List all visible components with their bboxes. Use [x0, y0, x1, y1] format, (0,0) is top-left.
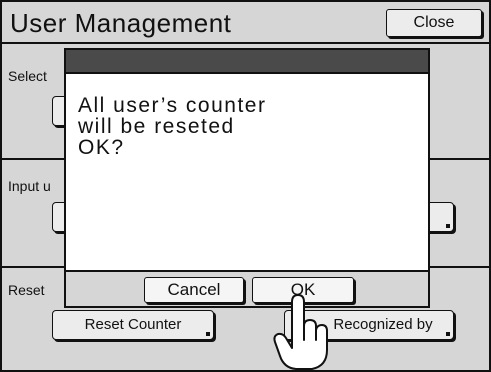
pointing-hand-icon [273, 294, 328, 370]
reset-counter-button[interactable]: Reset Counter [52, 310, 214, 340]
page-title: User Management [10, 8, 232, 38]
input-section-label: Input u [8, 178, 51, 194]
close-button[interactable]: Close [386, 9, 482, 37]
dialog-message-line: will be reseted [78, 115, 235, 138]
confirm-dialog: All user’s counter will be reseted OK? C… [64, 48, 430, 308]
dropdown-indicator-icon [446, 332, 450, 336]
select-section-label: Select [8, 68, 47, 84]
dialog-message-line: OK? [78, 136, 125, 159]
cancel-button[interactable]: Cancel [144, 277, 244, 303]
recognized-by-label: Recognized by [333, 316, 433, 333]
dialog-message: All user’s counter will be reseted OK? [78, 95, 418, 158]
title-bar: User Management Close [2, 2, 489, 44]
dropdown-indicator-icon [206, 332, 210, 336]
dialog-header [66, 50, 428, 74]
reset-section-label: Reset [8, 282, 45, 298]
dropdown-indicator-icon [446, 224, 450, 228]
reset-counter-label: Reset Counter [84, 316, 182, 333]
user-management-screen: User Management Close Select Input u Res… [0, 0, 491, 372]
dialog-footer: Cancel OK [66, 270, 428, 306]
dialog-message-line: All user’s counter [78, 94, 267, 117]
